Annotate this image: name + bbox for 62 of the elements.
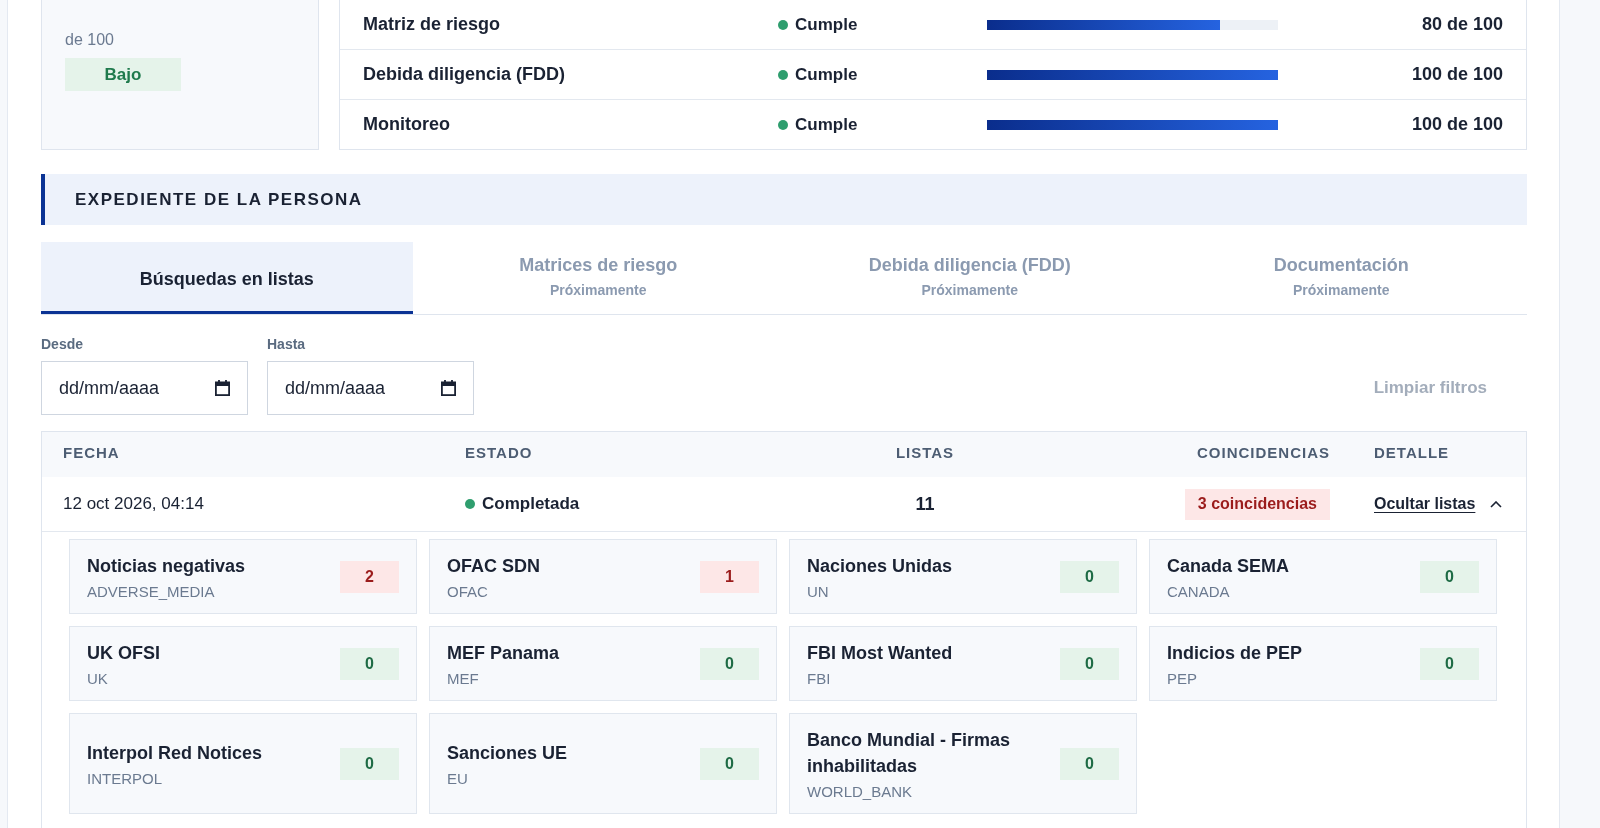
toggle-lists-link[interactable]: Ocultar listas (1374, 495, 1503, 513)
column-header: ESTADO (465, 444, 533, 461)
list-code: FBI (807, 670, 832, 688)
date-input[interactable]: dd/mm/aaaa (267, 361, 474, 415)
score-reading: 100 de 100 (1411, 64, 1503, 85)
status-text: Completada (482, 494, 580, 514)
match-count-badge: 0 (1060, 748, 1119, 780)
list-code: INTERPOL (87, 770, 163, 788)
list-name: UK OFSI (87, 642, 160, 665)
column-header: FECHA (63, 444, 120, 461)
match-count-badge: 0 (1420, 561, 1479, 593)
list-name: FBI Most Wanted (807, 642, 953, 665)
match-count-badge: 0 (1420, 648, 1479, 680)
column-header: DETALLE (1374, 444, 1450, 461)
component-name: Matriz de riesgo (363, 14, 501, 35)
list-code: WORLD_BANK (807, 783, 914, 801)
column-header: LISTAS (895, 444, 955, 461)
field-label: Desde (41, 335, 85, 353)
calendar-icon[interactable] (441, 380, 456, 396)
match-count-badge: 0 (700, 748, 759, 780)
matches-badge: 3 coincidencias (1184, 488, 1330, 520)
list-name: Naciones Unidas (807, 555, 953, 578)
match-count-badge: 0 (340, 748, 399, 780)
status-text: Cumple (795, 14, 858, 35)
tab[interactable]: Búsquedas en listas (41, 242, 413, 314)
match-count-badge: 0 (700, 648, 759, 680)
list-name: MEF Panama (447, 642, 560, 665)
date-input[interactable]: dd/mm/aaaa (41, 361, 248, 415)
match-count-badge: 2 (340, 561, 399, 593)
score-denominator: de 100 (65, 30, 114, 50)
list-name: Sanciones UE (447, 742, 568, 765)
date-cell: 12 oct 2026, 04:14 (63, 494, 204, 514)
list-code: MEF (447, 670, 480, 688)
lists-count: 11 (915, 493, 935, 515)
status-text: Cumple (795, 114, 858, 135)
score-reading: 100 de 100 (1411, 114, 1503, 135)
status-text: Cumple (795, 64, 858, 85)
list-name: Interpol Red Notices (87, 742, 263, 765)
list-name: OFAC SDN (447, 555, 540, 578)
list-name: Canada SEMA (1167, 555, 1290, 578)
match-count-badge: 0 (1060, 561, 1119, 593)
list-code: EU (447, 770, 469, 788)
list-name: Banco Mundial - Firmas inhabilitadas (807, 729, 1012, 778)
list-name: Indicios de PEP (1167, 642, 1303, 665)
list-code: OFAC (447, 583, 489, 601)
calendar-icon[interactable] (215, 380, 230, 396)
list-code: CANADA (1167, 583, 1231, 601)
list-code: UK (87, 670, 109, 688)
component-name: Monitoreo (363, 114, 450, 135)
match-count-badge: 1 (700, 561, 759, 593)
match-count-badge: 0 (340, 648, 399, 680)
list-code: ADVERSE_MEDIA (87, 583, 216, 601)
score-reading: 80 de 100 (1421, 14, 1503, 35)
list-code: UN (807, 583, 830, 601)
section-title: EXPEDIENTE DE LA PERSONA (41, 174, 1527, 225)
column-header: COINCIDENCIAS (1197, 444, 1330, 461)
list-code: PEP (1167, 670, 1198, 688)
field-label: Hasta (267, 335, 307, 353)
component-name: Debida diligencia (FDD) (363, 64, 566, 85)
list-name: Noticias negativas (87, 555, 246, 578)
risk-badge: Bajo (65, 58, 181, 91)
match-count-badge: 0 (1060, 648, 1119, 680)
